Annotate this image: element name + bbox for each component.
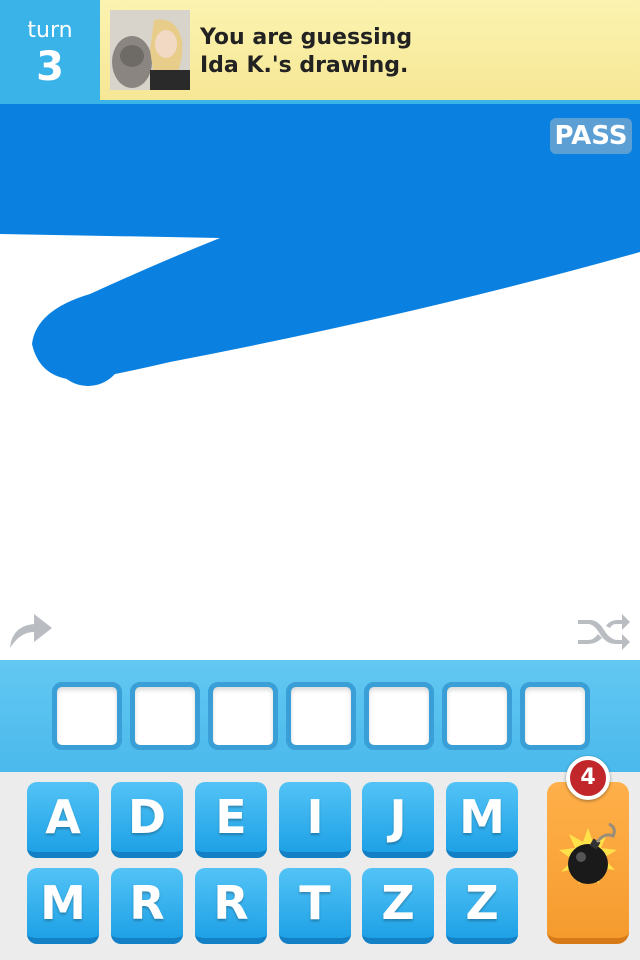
letter-key[interactable]: T bbox=[279, 868, 351, 944]
avatar bbox=[110, 10, 190, 90]
guessing-message: You are guessing Ida K.'s drawing. bbox=[200, 24, 412, 80]
letter-key[interactable]: I bbox=[279, 782, 351, 858]
letter-key[interactable]: Z bbox=[362, 868, 434, 944]
drawing-canvas: PASS bbox=[0, 104, 640, 660]
letter-key[interactable]: M bbox=[446, 782, 518, 858]
guessing-line-2: Ida K.'s drawing. bbox=[200, 53, 409, 78]
answer-slot[interactable] bbox=[364, 682, 434, 750]
turn-number: 3 bbox=[36, 44, 64, 90]
pass-button[interactable]: PASS bbox=[550, 118, 632, 154]
turn-label: turn bbox=[27, 18, 73, 43]
letter-key[interactable]: A bbox=[27, 782, 99, 858]
guessing-line-1: You are guessing bbox=[200, 25, 413, 50]
bomb-count-badge: 4 bbox=[566, 756, 610, 800]
letter-key[interactable]: E bbox=[195, 782, 267, 858]
letter-key[interactable]: M bbox=[27, 868, 99, 944]
answer-slot[interactable] bbox=[520, 682, 590, 750]
letter-key[interactable]: D bbox=[111, 782, 183, 858]
header-bar: turn 3 You are guessing Ida K.'s drawing… bbox=[0, 0, 640, 104]
bomb-button[interactable] bbox=[547, 782, 629, 944]
bomb-icon bbox=[559, 822, 617, 884]
letter-keyboard: A D E I J M M R R T Z Z 4 bbox=[0, 756, 640, 960]
letter-key[interactable]: R bbox=[111, 868, 183, 944]
answer-slot[interactable] bbox=[130, 682, 200, 750]
answer-slot[interactable] bbox=[286, 682, 356, 750]
guessing-banner: You are guessing Ida K.'s drawing. bbox=[100, 0, 640, 104]
letter-key[interactable]: Z bbox=[446, 868, 518, 944]
answer-slot[interactable] bbox=[52, 682, 122, 750]
letter-key[interactable]: J bbox=[362, 782, 434, 858]
turn-indicator: turn 3 bbox=[0, 0, 100, 104]
letter-key[interactable]: R bbox=[195, 868, 267, 944]
answer-bar bbox=[0, 660, 640, 772]
drawing-strokes bbox=[0, 104, 640, 386]
redo-icon[interactable] bbox=[8, 608, 54, 650]
shuffle-icon[interactable] bbox=[576, 608, 632, 654]
answer-slot[interactable] bbox=[208, 682, 278, 750]
answer-slot[interactable] bbox=[442, 682, 512, 750]
